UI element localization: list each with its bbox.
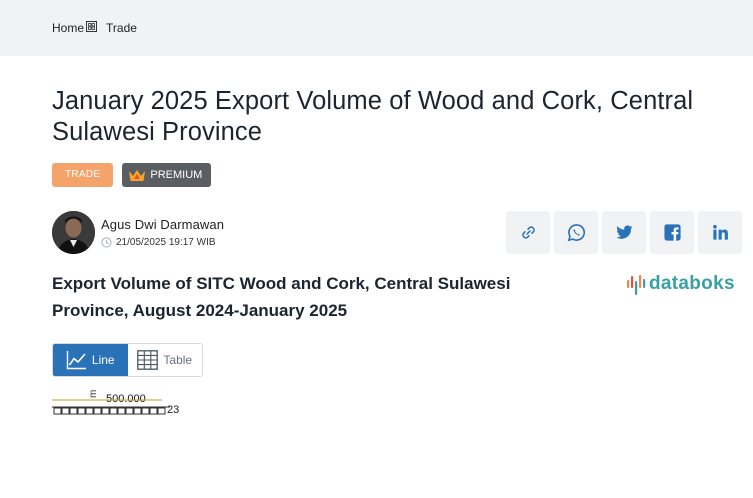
- avatar[interactable]: [52, 211, 95, 254]
- x-tick-mark: [53, 407, 62, 415]
- breadcrumb-home-link[interactable]: Home: [52, 21, 84, 35]
- x-tick-mark: [69, 407, 78, 415]
- share-linkedin-button[interactable]: [698, 211, 742, 254]
- share-whatsapp-button[interactable]: [554, 211, 598, 254]
- whatsapp-icon: [567, 224, 585, 242]
- x-tick-mark: [101, 407, 110, 415]
- x-tick-mark: [125, 407, 134, 415]
- clock-icon: [101, 237, 112, 248]
- x-tick-mark: [85, 407, 94, 415]
- premium-badge: PREMIUM: [122, 163, 212, 187]
- breadcrumb-trade-link[interactable]: Trade: [106, 21, 137, 35]
- collapsed-line-chart: m 500.000 23: [52, 390, 179, 416]
- crown-icon: [129, 170, 146, 181]
- page-title: January 2025 Export Volume of Wood and C…: [52, 87, 694, 146]
- table-view-label: Table: [163, 353, 193, 367]
- link-icon: [521, 226, 535, 239]
- linkedin-icon: [712, 224, 728, 240]
- author-block: Agus Dwi Darmawan 21/05/2025 19:17 WIB: [52, 211, 224, 254]
- chart-heading: Export Volume of SITC Wood and Cork, Cen…: [52, 274, 511, 320]
- databoks-logo[interactable]: databoks: [626, 272, 735, 296]
- line-chart-icon: [66, 351, 86, 370]
- twitter-icon: [615, 225, 633, 239]
- top-bar: Home Trade: [0, 0, 753, 56]
- databoks-logo-text: databoks: [649, 273, 735, 294]
- table-view-button[interactable]: Table: [127, 344, 202, 376]
- x-tick-mark: [77, 407, 86, 415]
- y-tick-label: 500.000: [106, 393, 146, 405]
- y-axis-label: m: [88, 390, 99, 398]
- x-tick-mark: [61, 407, 70, 415]
- author-name[interactable]: Agus Dwi Darmawan: [101, 217, 224, 232]
- chart-view-toggle: Line Table: [52, 343, 203, 377]
- line-view-button[interactable]: Line: [53, 344, 128, 376]
- line-view-label: Line: [91, 353, 115, 367]
- x-tick-labels: [53, 407, 166, 415]
- x-tick-mark: [109, 407, 118, 415]
- badge-row: TRADE PREMIUM: [52, 163, 212, 187]
- x-tick-mark: [157, 407, 166, 415]
- x-tick-mark: [117, 407, 126, 415]
- premium-label: PREMIUM: [150, 169, 203, 181]
- x-label-fragment: 23: [167, 404, 179, 416]
- share-buttons: [506, 211, 742, 254]
- x-tick-mark: [149, 407, 158, 415]
- copy-link-button[interactable]: [506, 211, 550, 254]
- breadcrumb-separator-icon: [86, 20, 98, 32]
- category-badge[interactable]: TRADE: [52, 163, 114, 187]
- x-tick-mark: [93, 407, 102, 415]
- x-tick-mark: [141, 407, 150, 415]
- x-tick-mark: [133, 407, 142, 415]
- databoks-logo-icon: [627, 275, 646, 295]
- publish-date: 21/05/2025 19:17 WIB: [101, 237, 224, 248]
- facebook-icon: [663, 224, 681, 241]
- publish-date-text: 21/05/2025 19:17 WIB: [116, 237, 216, 248]
- share-facebook-button[interactable]: [650, 211, 694, 254]
- breadcrumb: Home Trade: [52, 20, 137, 35]
- table-icon: [137, 350, 159, 370]
- share-twitter-button[interactable]: [602, 211, 646, 254]
